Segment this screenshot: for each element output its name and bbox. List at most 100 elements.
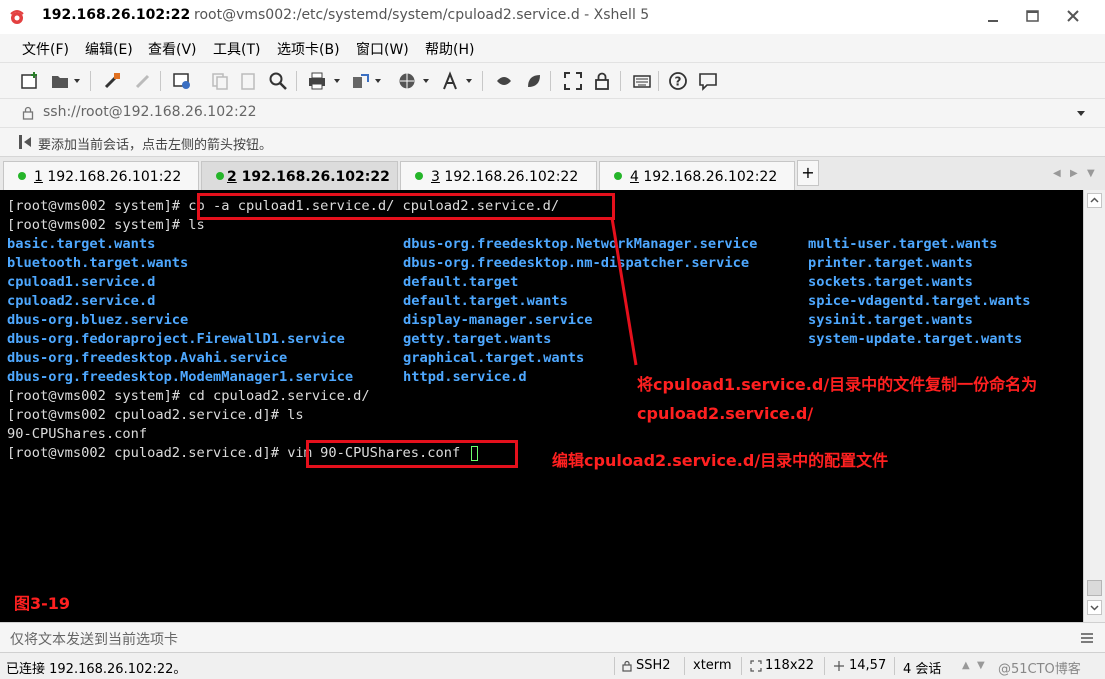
xftp-icon[interactable] xyxy=(494,71,514,91)
ls-entry: default.target xyxy=(403,274,519,290)
status-size: 118x22 xyxy=(765,658,815,673)
terminal-line: [root@vms002 cpuload2.service.d]# ls xyxy=(7,407,304,423)
connected-dot-icon xyxy=(216,172,224,180)
tab-session-4[interactable]: 4 192.168.26.102:22 xyxy=(599,161,795,191)
terminal-line: [root@vms002 system]# ls xyxy=(7,217,205,233)
properties-icon[interactable] xyxy=(172,71,192,91)
menu-tools[interactable]: 工具(T) xyxy=(213,39,260,59)
compose-bar: 仅将文本发送到当前选项卡 xyxy=(0,622,1105,653)
ls-entry: default.target.wants xyxy=(403,293,568,309)
address-bar: ssh://root@192.168.26.102:22 xyxy=(0,98,1105,127)
font-dropdown-icon[interactable] xyxy=(466,79,472,83)
annotation-box-vim xyxy=(306,440,518,468)
open-dropdown-icon[interactable] xyxy=(74,79,80,83)
terminal-scrollbar[interactable] xyxy=(1083,190,1105,622)
status-separator xyxy=(614,657,615,675)
connected-dot-icon xyxy=(415,172,423,180)
scroll-thumb[interactable] xyxy=(1087,580,1102,596)
scroll-up-arrow-icon[interactable]: ▲ xyxy=(962,660,970,671)
ls-entry: system-update.target.wants xyxy=(808,331,1023,347)
scroll-up-button[interactable] xyxy=(1087,193,1102,208)
toolbar: ? xyxy=(0,62,1105,99)
transfer-icon[interactable] xyxy=(351,71,371,91)
ls-entry: dbus-org.freedesktop.NetworkManager.serv… xyxy=(403,236,758,252)
ls-entry: spice-vdagentd.target.wants xyxy=(808,293,1031,309)
copy-icon[interactable] xyxy=(210,71,230,91)
open-folder-icon[interactable] xyxy=(50,71,70,91)
address-input[interactable]: ssh://root@192.168.26.102:22 xyxy=(43,104,257,120)
ls-entry: sockets.target.wants xyxy=(808,274,973,290)
script-icon[interactable] xyxy=(524,71,544,91)
help-icon[interactable]: ? xyxy=(668,71,688,91)
window-title-path: root@vms002:/etc/systemd/system/cpuload2… xyxy=(194,7,650,23)
ls-entry: cpuload1.service.d xyxy=(7,274,156,290)
tab-list-icon[interactable]: ▼ xyxy=(1087,168,1095,179)
font-icon[interactable] xyxy=(440,71,460,91)
arrow-bookmark-icon[interactable] xyxy=(18,134,32,150)
connected-dot-icon xyxy=(614,172,622,180)
transfer-dropdown-icon[interactable] xyxy=(375,79,381,83)
tab-strip: 1 192.168.26.101:22 2 192.168.26.102:22 … xyxy=(0,156,1105,191)
menu-list-icon[interactable] xyxy=(1080,631,1094,645)
restore-icon[interactable] xyxy=(1018,4,1048,28)
menu-edit[interactable]: 编辑(E) xyxy=(85,39,133,59)
ls-entry: basic.target.wants xyxy=(7,236,156,252)
reconnect-icon[interactable] xyxy=(102,71,122,91)
ls-entry: dbus-org.bluez.service xyxy=(7,312,189,328)
menu-bar: 文件(F) 编辑(E) 查看(V) 工具(T) 选项卡(B) 窗口(W) 帮助(… xyxy=(0,34,1105,62)
scroll-down-arrow-icon[interactable]: ▼ xyxy=(977,660,985,671)
figure-label: 图3-19 xyxy=(14,594,71,613)
status-separator xyxy=(741,657,742,675)
fullscreen-icon[interactable] xyxy=(563,71,583,91)
tab-session-1[interactable]: 1 192.168.26.101:22 xyxy=(3,161,199,191)
ls-entry: display-manager.service xyxy=(403,312,593,328)
ls-entry: httpd.service.d xyxy=(403,369,527,385)
status-session-count: 4 会话 xyxy=(903,662,942,677)
tab-scroll-left-icon[interactable]: ◀ xyxy=(1053,168,1061,179)
lock-icon xyxy=(622,660,632,672)
status-bar: 已连接 192.168.26.102:22。 SSH2 xterm 118x22… xyxy=(0,652,1105,679)
ls-entry: graphical.target.wants xyxy=(403,350,585,366)
lock-icon[interactable] xyxy=(592,71,612,91)
tab-scroll-right-icon[interactable]: ▶ xyxy=(1070,168,1078,179)
menu-window[interactable]: 窗口(W) xyxy=(356,39,409,59)
tab-session-3[interactable]: 3 192.168.26.102:22 xyxy=(400,161,597,191)
status-separator xyxy=(894,657,895,675)
toolbar-separator xyxy=(90,71,91,91)
globe-dropdown-icon[interactable] xyxy=(423,79,429,83)
close-icon[interactable] xyxy=(1058,4,1088,28)
keyboard-icon[interactable] xyxy=(632,71,652,91)
toolbar-separator xyxy=(620,71,621,91)
chat-icon[interactable] xyxy=(698,71,718,91)
tab-label: 3 192.168.26.102:22 xyxy=(431,169,579,185)
terminal-screen[interactable]: [root@vms002 system]# cp -a cpuload1.ser… xyxy=(0,190,1083,622)
chevron-down-icon[interactable] xyxy=(1077,111,1085,116)
print-dropdown-icon[interactable] xyxy=(334,79,340,83)
terminal-line: [root@vms002 system]# cd cpuload2.servic… xyxy=(7,388,370,404)
disconnect-icon[interactable] xyxy=(133,71,153,91)
ls-entry: bluetooth.target.wants xyxy=(7,255,189,271)
print-icon[interactable] xyxy=(307,71,327,91)
minimize-icon[interactable] xyxy=(978,4,1008,28)
menu-view[interactable]: 查看(V) xyxy=(148,39,197,59)
compose-input[interactable]: 仅将文本发送到当前选项卡 xyxy=(10,629,178,649)
tab-session-2[interactable]: 2 192.168.26.102:22 xyxy=(201,161,398,191)
status-cursor-pos: 14,57 xyxy=(849,658,887,673)
new-session-icon[interactable] xyxy=(20,71,40,91)
lock-icon xyxy=(22,106,34,120)
menu-tabs[interactable]: 选项卡(B) xyxy=(277,39,340,59)
scroll-down-button[interactable] xyxy=(1087,600,1102,615)
toolbar-separator xyxy=(160,71,161,91)
status-protocol: SSH2 xyxy=(636,658,671,673)
annotation-box-copy xyxy=(197,193,615,220)
globe-icon[interactable] xyxy=(397,71,417,91)
toolbar-separator xyxy=(296,71,297,91)
menu-file[interactable]: 文件(F) xyxy=(22,39,69,59)
find-icon[interactable] xyxy=(268,71,288,91)
new-tab-button[interactable]: + xyxy=(797,160,819,186)
menu-help[interactable]: 帮助(H) xyxy=(425,39,474,59)
ls-entry: dbus-org.freedesktop.Avahi.service xyxy=(7,350,288,366)
paste-icon[interactable] xyxy=(238,71,258,91)
ls-entry: dbus-org.freedesktop.ModemManager1.servi… xyxy=(7,369,354,385)
status-separator xyxy=(824,657,825,675)
